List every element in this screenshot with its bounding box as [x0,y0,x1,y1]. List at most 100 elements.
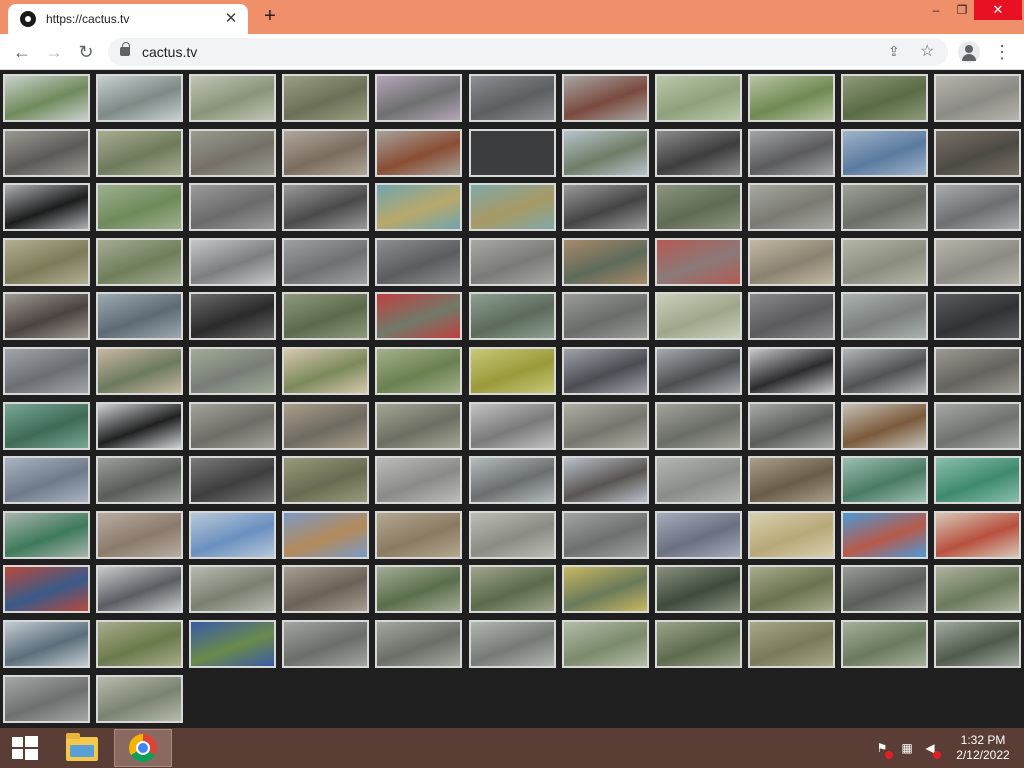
camera-feed-tile[interactable] [468,292,556,341]
camera-feed-tile[interactable] [3,128,90,177]
camera-feed-tile[interactable] [747,620,835,668]
camera-feed-tile[interactable] [3,292,90,341]
profile-avatar-icon[interactable] [958,41,980,63]
camera-feed-tile[interactable] [934,292,1021,341]
camera-feed-tile[interactable] [654,183,742,232]
camera-feed-tile[interactable] [375,183,463,232]
camera-feed-tile[interactable] [96,183,184,232]
camera-feed-tile[interactable] [934,510,1021,559]
camera-feed-tile[interactable] [747,347,835,395]
camera-feed-tile[interactable] [282,128,370,177]
address-bar[interactable]: cactus.tv ⇪ ☆ [108,38,948,66]
camera-feed-tile[interactable] [375,401,463,450]
camera-feed-tile[interactable] [189,510,277,559]
camera-feed-tile[interactable] [654,292,742,341]
share-icon[interactable]: ⇪ [888,43,900,60]
camera-feed-tile[interactable] [468,183,556,232]
back-arrow-icon[interactable]: ← [10,40,34,64]
camera-feed-tile[interactable] [96,74,184,122]
camera-feed-tile[interactable] [96,401,184,450]
camera-feed-tile[interactable] [375,74,463,122]
camera-feed-tile[interactable] [3,565,90,614]
camera-feed-tile[interactable] [282,292,370,341]
camera-feed-tile[interactable] [375,456,463,505]
camera-feed-tile[interactable] [468,74,556,122]
bookmark-star-icon[interactable]: ☆ [920,41,934,61]
camera-feed-tile[interactable] [3,183,90,232]
camera-feed-tile[interactable] [654,565,742,614]
camera-feed-tile[interactable] [468,347,556,395]
lock-icon[interactable] [120,42,130,56]
camera-feed-tile[interactable] [468,237,556,286]
camera-feed-tile[interactable] [468,620,556,668]
camera-feed-tile[interactable] [96,620,184,668]
camera-feed-tile[interactable] [654,456,742,505]
camera-feed-tile[interactable] [189,456,277,505]
camera-feed-tile[interactable] [189,401,277,450]
camera-feed-tile[interactable] [561,401,649,450]
camera-feed-tile[interactable] [189,347,277,395]
camera-feed-tile[interactable] [561,565,649,614]
camera-feed-tile[interactable] [654,510,742,559]
camera-feed-tile[interactable] [282,510,370,559]
camera-feed-tile[interactable] [934,565,1021,614]
volume-muted-icon[interactable]: ◀ [922,740,941,759]
camera-feed-tile[interactable] [840,183,928,232]
camera-feed-tile[interactable] [840,401,928,450]
camera-feed-tile[interactable] [375,237,463,286]
camera-feed-tile[interactable] [840,292,928,341]
camera-feed-tile[interactable] [561,292,649,341]
new-tab-button[interactable]: + [258,6,282,28]
camera-feed-tile[interactable] [468,401,556,450]
camera-feed-tile[interactable] [934,183,1021,232]
camera-feed-tile[interactable] [189,74,277,122]
camera-feed-tile[interactable] [282,183,370,232]
camera-feed-tile[interactable] [654,237,742,286]
system-clock[interactable]: 1:32 PM 2/12/2022 [948,733,1018,763]
camera-feed-tile[interactable] [189,237,277,286]
camera-feed-tile[interactable] [468,128,556,177]
camera-feed-tile[interactable] [561,237,649,286]
browser-tab[interactable]: https://cactus.tv ✕ [8,4,248,34]
camera-feed-tile[interactable] [282,620,370,668]
camera-feed-tile[interactable] [468,456,556,505]
camera-feed-tile[interactable] [282,565,370,614]
camera-feed-tile[interactable] [561,183,649,232]
camera-feed-tile[interactable] [840,456,928,505]
camera-feed-tile[interactable] [96,565,184,614]
camera-feed-tile[interactable] [3,620,90,668]
camera-feed-tile[interactable] [189,620,277,668]
camera-feed-tile[interactable] [282,401,370,450]
camera-feed-tile[interactable] [654,401,742,450]
camera-feed-tile[interactable] [747,456,835,505]
camera-feed-tile[interactable] [282,347,370,395]
camera-feed-tile[interactable] [934,128,1021,177]
camera-feed-tile[interactable] [747,292,835,341]
camera-feed-tile[interactable] [189,128,277,177]
camera-feed-tile[interactable] [561,456,649,505]
camera-feed-tile[interactable] [96,674,184,723]
camera-feed-tile[interactable] [96,128,184,177]
chrome-taskbar-button[interactable] [114,729,172,767]
camera-feed-tile[interactable] [282,456,370,505]
camera-feed-tile[interactable] [375,128,463,177]
camera-feed-tile[interactable] [747,565,835,614]
camera-feed-tile[interactable] [3,347,90,395]
camera-feed-tile[interactable] [747,510,835,559]
camera-feed-tile[interactable] [3,237,90,286]
camera-feed-tile[interactable] [934,620,1021,668]
camera-feed-tile[interactable] [934,74,1021,122]
camera-feed-tile[interactable] [934,347,1021,395]
camera-feed-tile[interactable] [189,292,277,341]
action-center-flag-icon[interactable]: ⚑ [874,740,893,759]
camera-feed-tile[interactable] [934,456,1021,505]
browser-menu-icon[interactable]: ⋮ [992,40,1012,64]
camera-feed-tile[interactable] [934,401,1021,450]
camera-feed-tile[interactable] [96,456,184,505]
camera-feed-tile[interactable] [654,74,742,122]
camera-feed-tile[interactable] [468,510,556,559]
camera-feed-tile[interactable] [840,565,928,614]
camera-feed-tile[interactable] [840,510,928,559]
camera-feed-tile[interactable] [840,347,928,395]
camera-feed-tile[interactable] [375,510,463,559]
